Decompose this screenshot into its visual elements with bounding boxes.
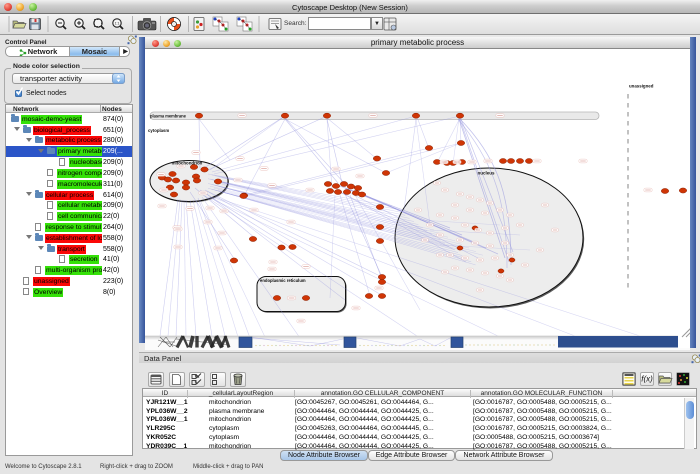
svg-text:unassigned: unassigned bbox=[629, 84, 654, 89]
svg-text:plasma membrane: plasma membrane bbox=[150, 114, 187, 119]
svg-text:1:1: 1:1 bbox=[115, 22, 120, 26]
svg-text:cytoplasm: cytoplasm bbox=[148, 128, 169, 133]
svg-text:endoplasmic reticulum: endoplasmic reticulum bbox=[260, 278, 306, 283]
svg-text:nucleus: nucleus bbox=[477, 171, 495, 176]
svg-text:mitochondrion: mitochondrion bbox=[172, 161, 203, 166]
svg-text:f(x): f(x) bbox=[641, 375, 653, 384]
